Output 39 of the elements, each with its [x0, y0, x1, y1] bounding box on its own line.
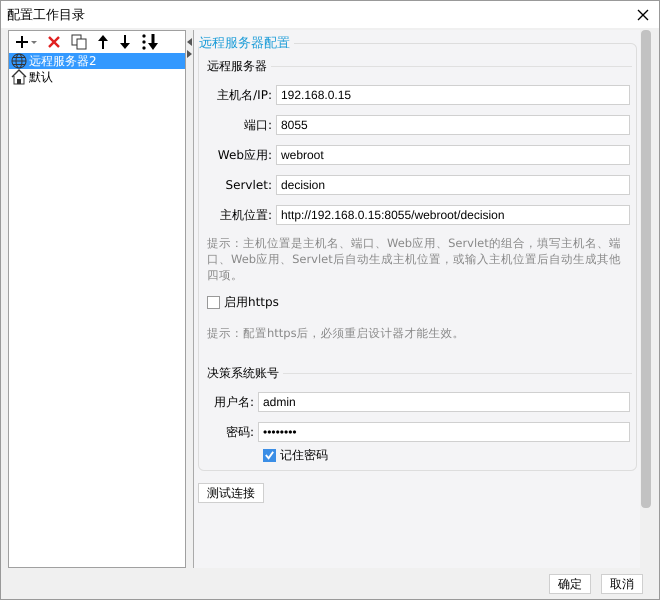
checkbox[interactable]: [207, 296, 220, 308]
field-label: 密码:: [224, 424, 255, 440]
input-field[interactable]: http://192.168.0.15:8055/webroot/decision: [276, 205, 630, 225]
home-icon: [11, 69, 27, 85]
input-field[interactable]: 192.168.0.15: [276, 85, 630, 105]
input-field[interactable]: webroot: [276, 145, 630, 165]
field-label: 主机位置:: [218, 206, 273, 224]
field-label: 主机名/IP:: [216, 86, 273, 104]
checkbox-label: 记住密码: [280, 446, 328, 464]
up-arrow-icon[interactable]: [97, 34, 109, 50]
field-label: Web应用:: [216, 146, 273, 164]
field-label: 用户名:: [212, 394, 255, 410]
input-field[interactable]: ••••••••: [258, 422, 630, 442]
down-arrow-icon[interactable]: [119, 34, 131, 50]
checkmark-icon: [264, 449, 275, 461]
checkbox-label: 启用https: [224, 294, 279, 310]
window-title: 配置工作目录: [7, 6, 85, 24]
hint-text: 提示：主机位置是主机名、端口、Web应用、Servlet的组合，填写主机名、端口、Web应用、Servlet后自动生成主机位置，或输入主机位置后自动生成其他四项。: [207, 235, 622, 283]
group-title: 远程服务器配置: [199, 34, 294, 52]
section-title: 决策系统账号: [207, 365, 279, 382]
copy-icon[interactable]: [71, 34, 87, 50]
test-connection-button[interactable]: 测试连接: [198, 483, 264, 503]
cancel-button[interactable]: 取消: [601, 574, 643, 594]
input-field[interactable]: admin: [258, 392, 630, 412]
section-title: 远程服务器: [207, 58, 267, 75]
tree-item[interactable]: 默认: [27, 69, 55, 85]
hint-text: 提示：配置https后，必须重启设计器才能生效。: [207, 325, 466, 341]
add-icon[interactable]: [15, 34, 37, 50]
ok-button[interactable]: 确定: [549, 574, 591, 594]
checkbox[interactable]: [263, 448, 276, 462]
close-icon[interactable]: [637, 8, 649, 20]
globe-icon: [11, 53, 27, 69]
sort-down-icon[interactable]: [141, 33, 159, 51]
input-field[interactable]: decision: [276, 175, 630, 195]
scrollbar-thumb[interactable]: [641, 30, 651, 508]
field-label: 端口:: [242, 116, 273, 134]
input-field[interactable]: 8055: [276, 115, 630, 135]
delete-icon[interactable]: [47, 35, 61, 49]
field-label: Servlet:: [224, 178, 273, 192]
